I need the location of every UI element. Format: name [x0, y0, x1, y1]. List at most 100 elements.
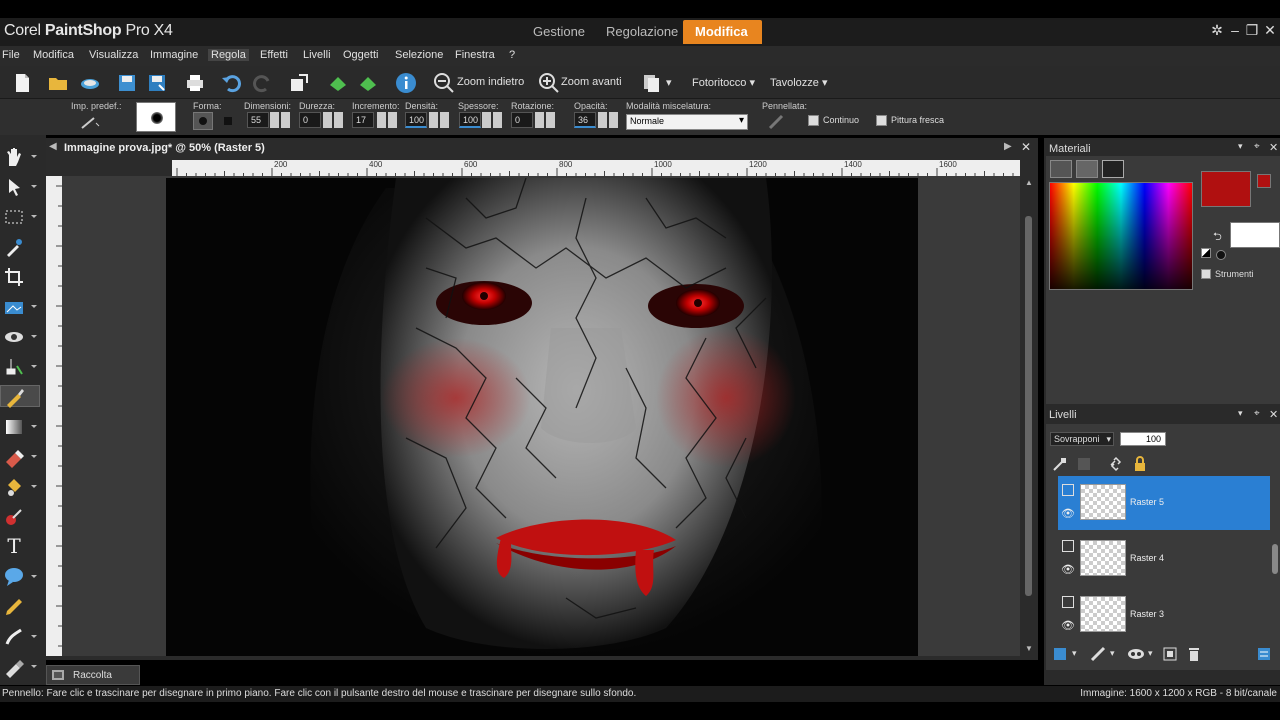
- raccolta-tab[interactable]: Raccolta: [46, 665, 140, 685]
- incremento-input[interactable]: 17: [352, 112, 374, 128]
- undo-icon[interactable]: [220, 71, 244, 95]
- gear-icon[interactable]: ✲: [1209, 22, 1225, 39]
- chevron-down-icon[interactable]: [31, 665, 37, 668]
- opacita-input[interactable]: 36: [574, 112, 596, 128]
- save-as-icon[interactable]: [145, 71, 169, 95]
- redo-icon[interactable]: [250, 71, 274, 95]
- scrollbar-thumb[interactable]: [1025, 216, 1032, 596]
- chevron-down-icon[interactable]: ▾: [1148, 648, 1153, 659]
- selection-tool-icon[interactable]: [3, 206, 25, 228]
- rotazione-stepper[interactable]: [535, 112, 544, 128]
- dimensioni-input[interactable]: 55: [247, 112, 269, 128]
- strumenti-checkbox[interactable]: [1201, 269, 1211, 279]
- save-icon[interactable]: [115, 71, 139, 95]
- densita-input[interactable]: 100: [405, 112, 427, 128]
- rotazione-input[interactable]: 0: [511, 112, 533, 128]
- opacita-stepper[interactable]: [598, 112, 607, 128]
- menu-regola[interactable]: Regola: [208, 49, 249, 61]
- scroll-down-icon[interactable]: ▼: [1025, 644, 1033, 653]
- pick-tool-icon[interactable]: [3, 176, 25, 198]
- layer-row-raster-3[interactable]: 👁 Raster 3: [1058, 588, 1270, 638]
- mask-icon[interactable]: [1126, 646, 1146, 662]
- clone-tool-icon[interactable]: [3, 356, 25, 378]
- spessore-input[interactable]: 100: [459, 112, 481, 128]
- tavolozze-menu[interactable]: Tavolozze ▾: [770, 76, 828, 89]
- layer-blend-select[interactable]: Sovrapponi ▾: [1050, 432, 1114, 446]
- document-icon[interactable]: [640, 71, 664, 95]
- menu-effetti[interactable]: Effetti: [260, 49, 288, 61]
- densita-stepper-2[interactable]: [440, 112, 449, 128]
- reset-colors-icon[interactable]: [1201, 248, 1211, 258]
- chevron-down-icon[interactable]: [31, 155, 37, 158]
- layer-mask-icon[interactable]: [1076, 456, 1092, 472]
- scroll-left-icon[interactable]: ◀: [49, 141, 57, 152]
- lock-icon[interactable]: [1132, 456, 1148, 472]
- menu-finestra[interactable]: Finestra: [455, 49, 495, 61]
- zoom-in-label[interactable]: Zoom avanti: [561, 76, 622, 88]
- zoom-out-label[interactable]: Zoom indietro: [457, 76, 524, 88]
- layer-opacity-input[interactable]: 100: [1120, 432, 1166, 446]
- menu-visualizza[interactable]: Visualizza: [89, 49, 138, 61]
- texture-toggle-icon[interactable]: [1216, 250, 1226, 260]
- densita-stepper[interactable]: [429, 112, 438, 128]
- scroll-right-icon[interactable]: ▶: [1004, 141, 1012, 152]
- chevron-down-icon[interactable]: [31, 185, 37, 188]
- durezza-stepper[interactable]: [323, 112, 332, 128]
- durezza-stepper-2[interactable]: [334, 112, 343, 128]
- chevron-down-icon[interactable]: [31, 485, 37, 488]
- warp-brush-icon[interactable]: [3, 626, 25, 648]
- close-document-icon[interactable]: ✕: [1021, 140, 1031, 154]
- menu-modifica[interactable]: Modifica: [33, 49, 74, 61]
- straighten-tool-icon[interactable]: [3, 296, 25, 318]
- pen-tool-icon[interactable]: [3, 596, 25, 618]
- print-icon[interactable]: [183, 71, 207, 95]
- menu-livelli[interactable]: Livelli: [303, 49, 331, 61]
- chevron-down-icon[interactable]: [31, 335, 37, 338]
- paint-brush-tool[interactable]: [0, 385, 40, 408]
- eraser-tool-icon[interactable]: [3, 446, 25, 468]
- layer-row-raster-5[interactable]: 👁 Raster 5: [1058, 476, 1270, 530]
- chevron-down-icon[interactable]: ▾: [1072, 648, 1077, 659]
- info-icon[interactable]: [394, 71, 418, 95]
- chevron-down-icon[interactable]: [31, 425, 37, 428]
- rotate-right-icon[interactable]: [356, 71, 380, 95]
- text-tool-icon[interactable]: T: [3, 535, 25, 557]
- pin-icon[interactable]: ⌖: [1254, 408, 1260, 419]
- open-folder-icon[interactable]: [46, 71, 70, 95]
- gradient-tool-icon[interactable]: [3, 416, 25, 438]
- eye-icon[interactable]: 👁: [1061, 563, 1075, 576]
- blend-mode-select[interactable]: Normale ▾: [626, 114, 748, 130]
- resize-icon[interactable]: [287, 71, 311, 95]
- menu-help[interactable]: ?: [509, 49, 515, 61]
- stroke-icon[interactable]: [768, 114, 784, 130]
- swap-colors-icon[interactable]: ⮌: [1213, 228, 1222, 247]
- pan-tool-icon[interactable]: [3, 146, 25, 168]
- foreground-swatch[interactable]: [1201, 171, 1251, 207]
- delete-layer-icon[interactable]: [1186, 646, 1202, 662]
- link-icon[interactable]: [1108, 456, 1124, 472]
- square-shape-button[interactable]: [219, 112, 237, 130]
- swatch-tab-rainbow[interactable]: [1076, 160, 1098, 178]
- chevron-down-icon[interactable]: ▾: [1238, 141, 1243, 152]
- background-swatch[interactable]: [1230, 222, 1280, 248]
- dimensioni-stepper-2[interactable]: [281, 112, 290, 128]
- tab-modifica[interactable]: Modifica: [683, 20, 762, 44]
- incremento-stepper[interactable]: [377, 112, 386, 128]
- eye-icon[interactable]: 👁: [1061, 619, 1075, 632]
- pittura-fresca-checkbox[interactable]: [876, 115, 887, 126]
- menu-selezione[interactable]: Selezione: [395, 49, 443, 61]
- tab-gestione[interactable]: Gestione: [521, 20, 597, 44]
- fill-tool-icon[interactable]: [3, 476, 25, 498]
- close-icon[interactable]: ✕: [1269, 408, 1278, 421]
- layer-group-icon[interactable]: [1062, 596, 1074, 608]
- foreground-small-swatch[interactable]: [1257, 174, 1271, 188]
- continuo-checkbox[interactable]: [808, 115, 819, 126]
- swatch-tab-grid[interactable]: [1102, 160, 1124, 178]
- shape-tool-icon[interactable]: [3, 566, 25, 588]
- close-icon[interactable]: ✕: [1262, 22, 1278, 39]
- restore-icon[interactable]: ❐: [1244, 22, 1260, 39]
- layers-scrollbar-thumb[interactable]: [1272, 544, 1278, 574]
- rotate-left-icon[interactable]: [326, 71, 350, 95]
- tab-regolazione[interactable]: Regolazione: [594, 20, 690, 44]
- chevron-down-icon[interactable]: [31, 455, 37, 458]
